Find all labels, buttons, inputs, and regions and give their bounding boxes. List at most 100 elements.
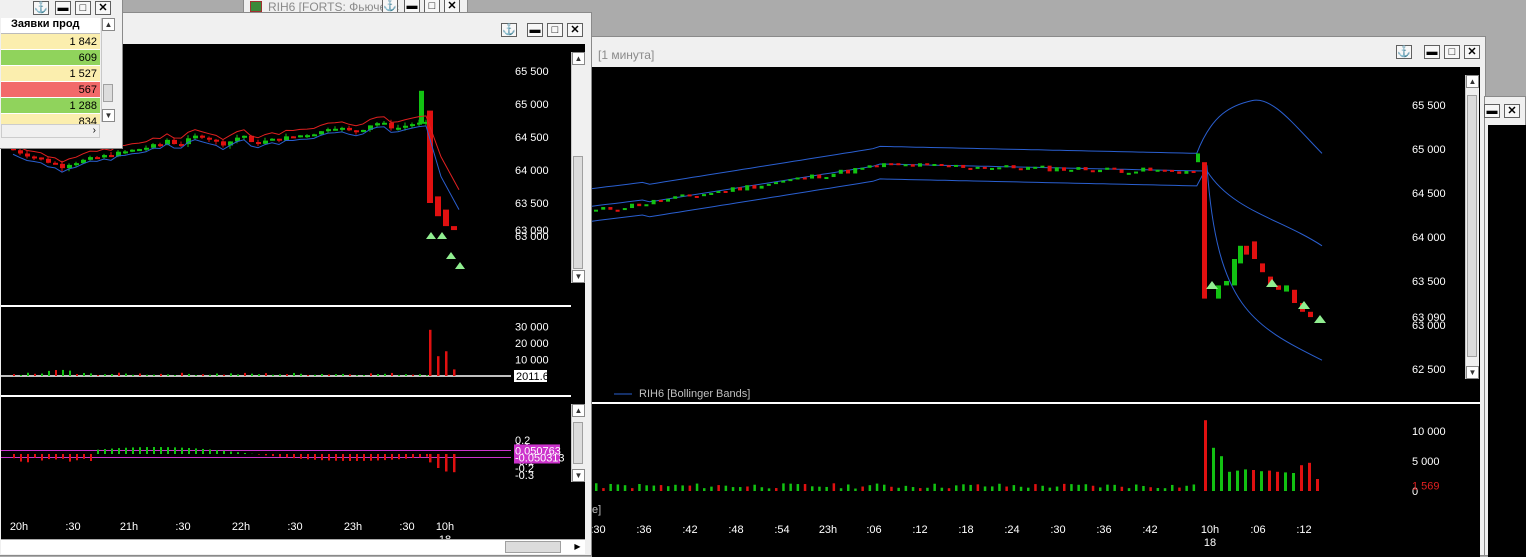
volume-bar bbox=[631, 488, 634, 491]
orders-row[interactable]: 567 bbox=[1, 82, 100, 98]
candle bbox=[123, 151, 128, 153]
scroll-thumb[interactable] bbox=[573, 156, 583, 269]
maximize-icon[interactable]: □ bbox=[547, 23, 563, 37]
candle bbox=[1040, 166, 1044, 168]
time-axis-label: 22h bbox=[232, 521, 250, 533]
time-axis-label: :30 bbox=[175, 521, 190, 533]
scroll-up-icon[interactable]: ▲ bbox=[1466, 75, 1479, 88]
osc-bar bbox=[174, 447, 176, 454]
candle bbox=[1084, 167, 1088, 170]
minimize-icon[interactable]: ▬ bbox=[1424, 45, 1440, 59]
volume-bar bbox=[223, 375, 225, 376]
candle bbox=[1062, 167, 1066, 170]
scroll-thumb[interactable] bbox=[1467, 95, 1477, 357]
orders-header[interactable]: Заявки прод bbox=[1, 18, 100, 34]
volume-tick-label: 10 000 bbox=[515, 355, 549, 367]
time-axis-label: :30 bbox=[287, 521, 302, 533]
right-chart-window[interactable]: [1 минута] ⚓ ▬ □ ✕ 65 50065 00064 50064 … bbox=[585, 36, 1486, 556]
volume-bar bbox=[202, 374, 204, 376]
scroll-down-icon[interactable]: ▼ bbox=[102, 109, 115, 122]
left-horizontal-scrollbar[interactable]: ▶ bbox=[1, 539, 585, 554]
candle bbox=[932, 164, 936, 166]
right-price-scrollbar[interactable]: ▲ ▼ bbox=[1465, 75, 1479, 379]
orders-hscroll[interactable]: › bbox=[1, 124, 100, 138]
price-tick-label: 64 000 bbox=[1412, 232, 1446, 244]
scroll-down-icon[interactable]: ▼ bbox=[572, 469, 585, 482]
volume-bar bbox=[83, 373, 85, 376]
volume-bar bbox=[216, 374, 218, 376]
volume-bar bbox=[854, 489, 857, 491]
candle bbox=[144, 148, 149, 150]
volume-bar bbox=[174, 375, 176, 376]
left-price-scrollbar[interactable]: ▲ ▼ bbox=[571, 52, 585, 283]
candle bbox=[1260, 263, 1265, 272]
volume-bar bbox=[419, 374, 421, 376]
far-right-window[interactable]: ▬ ✕ bbox=[1484, 96, 1526, 556]
candle bbox=[451, 226, 457, 230]
left-osc-scrollbar[interactable]: ▲ ▼ bbox=[571, 404, 585, 482]
volume-bar bbox=[146, 375, 148, 376]
close-icon[interactable]: ✕ bbox=[567, 23, 583, 37]
candle bbox=[745, 185, 749, 190]
time-axis-label: :24 bbox=[1004, 524, 1019, 536]
maximize-icon[interactable]: □ bbox=[75, 1, 91, 15]
osc-bar bbox=[97, 450, 99, 454]
time-axis-label: :42 bbox=[682, 524, 697, 536]
orders-row[interactable]: 609 bbox=[1, 50, 100, 66]
time-axis-label: :18 bbox=[958, 524, 973, 536]
orders-row[interactable]: 1 527 bbox=[1, 66, 100, 82]
orders-row[interactable]: 1 842 bbox=[1, 34, 100, 50]
close-icon[interactable]: ✕ bbox=[1464, 45, 1480, 59]
scroll-up-icon[interactable]: ▲ bbox=[572, 404, 585, 417]
time-axis-label: :30 bbox=[65, 521, 80, 533]
scroll-down-icon[interactable]: ▼ bbox=[1466, 366, 1479, 379]
scroll-right-icon[interactable]: ▶ bbox=[571, 540, 584, 553]
orders-row[interactable]: 1 288 bbox=[1, 98, 100, 114]
close-icon[interactable]: ✕ bbox=[1504, 104, 1520, 118]
close-icon[interactable]: ✕ bbox=[95, 1, 111, 15]
right-window-titlebar[interactable]: [1 минута] ⚓ ▬ □ ✕ bbox=[586, 37, 1485, 63]
scroll-up-icon[interactable]: ▲ bbox=[102, 18, 115, 31]
right-chart-area[interactable]: 65 50065 00064 50064 00063 50063 00062 5… bbox=[592, 67, 1480, 557]
candle bbox=[1026, 167, 1030, 170]
scroll-up-icon[interactable]: ▲ bbox=[572, 52, 585, 65]
candle bbox=[695, 196, 699, 198]
osc-bar bbox=[237, 452, 239, 454]
osc-bar bbox=[398, 454, 400, 459]
candle bbox=[18, 150, 23, 153]
candle bbox=[443, 210, 449, 227]
osc-bar bbox=[405, 454, 407, 459]
candle bbox=[1238, 246, 1243, 264]
scroll-right-icon[interactable]: › bbox=[93, 125, 96, 136]
volume-bar bbox=[426, 375, 428, 376]
scroll-thumb[interactable] bbox=[505, 541, 561, 553]
orders-scrollbar[interactable]: ▲ ▼ bbox=[101, 18, 115, 122]
anchor-icon[interactable]: ⚓ bbox=[501, 23, 517, 37]
osc-bar bbox=[62, 454, 64, 459]
candle bbox=[382, 123, 387, 125]
candle bbox=[1224, 281, 1229, 285]
volume-bar bbox=[398, 375, 400, 376]
volume-bar bbox=[370, 373, 372, 376]
volume-bar bbox=[1027, 488, 1030, 491]
candle bbox=[608, 207, 612, 210]
volume-bar bbox=[335, 374, 337, 376]
osc-bar bbox=[307, 454, 309, 459]
orders-window[interactable]: ⚓ ▬ □ ✕ Заявки прод 1 8426091 5275671 28… bbox=[0, 0, 123, 149]
minimize-icon[interactable]: ▬ bbox=[1484, 104, 1500, 118]
scroll-thumb[interactable] bbox=[103, 84, 113, 102]
scroll-down-icon[interactable]: ▼ bbox=[572, 270, 585, 283]
volume-bar bbox=[984, 486, 987, 491]
candle bbox=[1033, 167, 1037, 169]
anchor-icon[interactable]: ⚓ bbox=[1396, 45, 1412, 59]
osc-bar bbox=[300, 454, 302, 459]
maximize-icon[interactable]: □ bbox=[1444, 45, 1460, 59]
anchor-icon[interactable]: ⚓ bbox=[33, 1, 49, 15]
time-axis-label: 10h bbox=[436, 521, 454, 533]
minimize-icon[interactable]: ▬ bbox=[55, 1, 71, 15]
scroll-thumb[interactable] bbox=[573, 422, 583, 464]
candle bbox=[1069, 170, 1073, 172]
minimize-icon[interactable]: ▬ bbox=[527, 23, 543, 37]
volume-bar bbox=[279, 374, 281, 376]
candle bbox=[788, 179, 792, 181]
